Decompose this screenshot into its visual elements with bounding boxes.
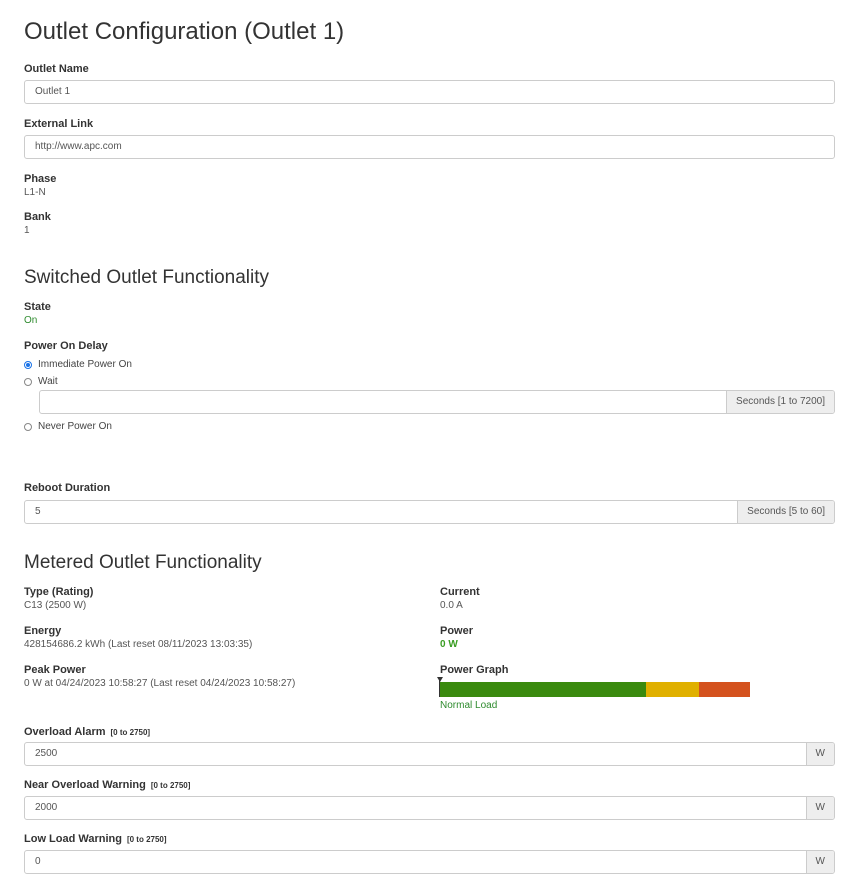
outlet-configuration-page: Outlet Configuration (Outlet 1) Outlet N… xyxy=(0,0,848,876)
outlet-name-label: Outlet Name xyxy=(24,63,89,75)
radio-wait[interactable]: Wait xyxy=(24,376,58,387)
overload-alarm-input[interactable]: 2500 xyxy=(25,743,806,765)
phase-label: Phase xyxy=(24,173,57,185)
near-overload-unit: W xyxy=(805,797,834,819)
radio-button[interactable] xyxy=(24,422,32,431)
overload-alarm-input-group: 2500 W xyxy=(24,742,835,766)
power-graph-status: Normal Load xyxy=(440,700,498,711)
state-value: On xyxy=(24,315,38,326)
power-graph-label: Power Graph xyxy=(440,664,509,676)
metered-section-heading: Metered Outlet Functionality xyxy=(24,552,262,573)
power-label: Power xyxy=(440,625,474,637)
external-link-input[interactable]: http://www.apc.com xyxy=(24,135,835,159)
low-load-label-text: Low Load Warning xyxy=(24,833,122,845)
type-rating-value: C13 (2500 W) xyxy=(24,600,87,611)
low-load-label: Low Load Warning [0 to 2750] xyxy=(24,833,167,845)
radio-never-label: Never Power On xyxy=(38,421,112,432)
near-overload-hint: [0 to 2750] xyxy=(150,781,191,790)
bank-value: 1 xyxy=(24,225,30,236)
low-load-input[interactable]: 0 xyxy=(25,851,806,873)
overload-alarm-label-text: Overload Alarm xyxy=(24,726,106,738)
near-overload-input[interactable]: 2000 xyxy=(25,797,806,819)
near-overload-input-group: 2000 W xyxy=(24,796,835,820)
wait-seconds-input[interactable] xyxy=(40,391,726,413)
power-graph-segment-0 xyxy=(439,682,646,697)
radio-button-checked[interactable] xyxy=(24,360,32,369)
near-overload-label-text: Near Overload Warning xyxy=(24,779,146,791)
radio-wait-label: Wait xyxy=(38,376,58,387)
low-load-hint: [0 to 2750] xyxy=(126,835,167,844)
overload-alarm-hint: [0 to 2750] xyxy=(110,728,151,737)
energy-value: 428154686.2 kWh (Last reset 08/11/2023 1… xyxy=(24,639,253,650)
energy-label: Energy xyxy=(24,625,62,637)
peak-power-value: 0 W at 04/24/2023 10:58:27 (Last reset 0… xyxy=(24,678,296,689)
low-load-unit: W xyxy=(805,851,834,873)
radio-immediate-label: Immediate Power On xyxy=(38,359,132,370)
reboot-duration-unit: Seconds [5 to 60] xyxy=(737,501,834,523)
peak-power-label: Peak Power xyxy=(24,664,86,676)
power-on-delay-label: Power On Delay xyxy=(24,340,108,352)
power-value: 0 W xyxy=(440,639,458,650)
wait-seconds-unit: Seconds [1 to 7200] xyxy=(726,391,834,413)
current-label: Current xyxy=(440,586,480,598)
radio-immediate-power-on[interactable]: Immediate Power On xyxy=(24,359,132,370)
switched-section-heading: Switched Outlet Functionality xyxy=(24,267,270,288)
low-load-input-group: 0 W xyxy=(24,850,835,874)
reboot-duration-label: Reboot Duration xyxy=(24,482,111,494)
type-rating-label: Type (Rating) xyxy=(24,586,94,598)
radio-never-power-on[interactable]: Never Power On xyxy=(24,421,112,432)
radio-button[interactable] xyxy=(24,377,32,386)
reboot-duration-input-group: 5 Seconds [5 to 60] xyxy=(24,500,835,524)
phase-value: L1-N xyxy=(24,187,46,198)
overload-alarm-label: Overload Alarm [0 to 2750] xyxy=(24,726,150,738)
power-graph-bar xyxy=(439,682,750,697)
outlet-name-input[interactable]: Outlet 1 xyxy=(24,80,835,104)
page-title: Outlet Configuration (Outlet 1) xyxy=(24,18,345,45)
overload-alarm-unit: W xyxy=(805,743,834,765)
state-label: State xyxy=(24,301,51,313)
near-overload-label: Near Overload Warning [0 to 2750] xyxy=(24,779,190,791)
wait-seconds-input-group: Seconds [1 to 7200] xyxy=(39,390,835,414)
bank-label: Bank xyxy=(24,211,51,223)
power-graph-segment-1 xyxy=(645,682,699,697)
current-value: 0.0 A xyxy=(440,600,463,611)
reboot-duration-input[interactable]: 5 xyxy=(25,501,737,523)
power-graph-marker-icon xyxy=(437,677,443,682)
power-graph-segment-2 xyxy=(698,682,750,697)
external-link-label: External Link xyxy=(24,118,94,130)
